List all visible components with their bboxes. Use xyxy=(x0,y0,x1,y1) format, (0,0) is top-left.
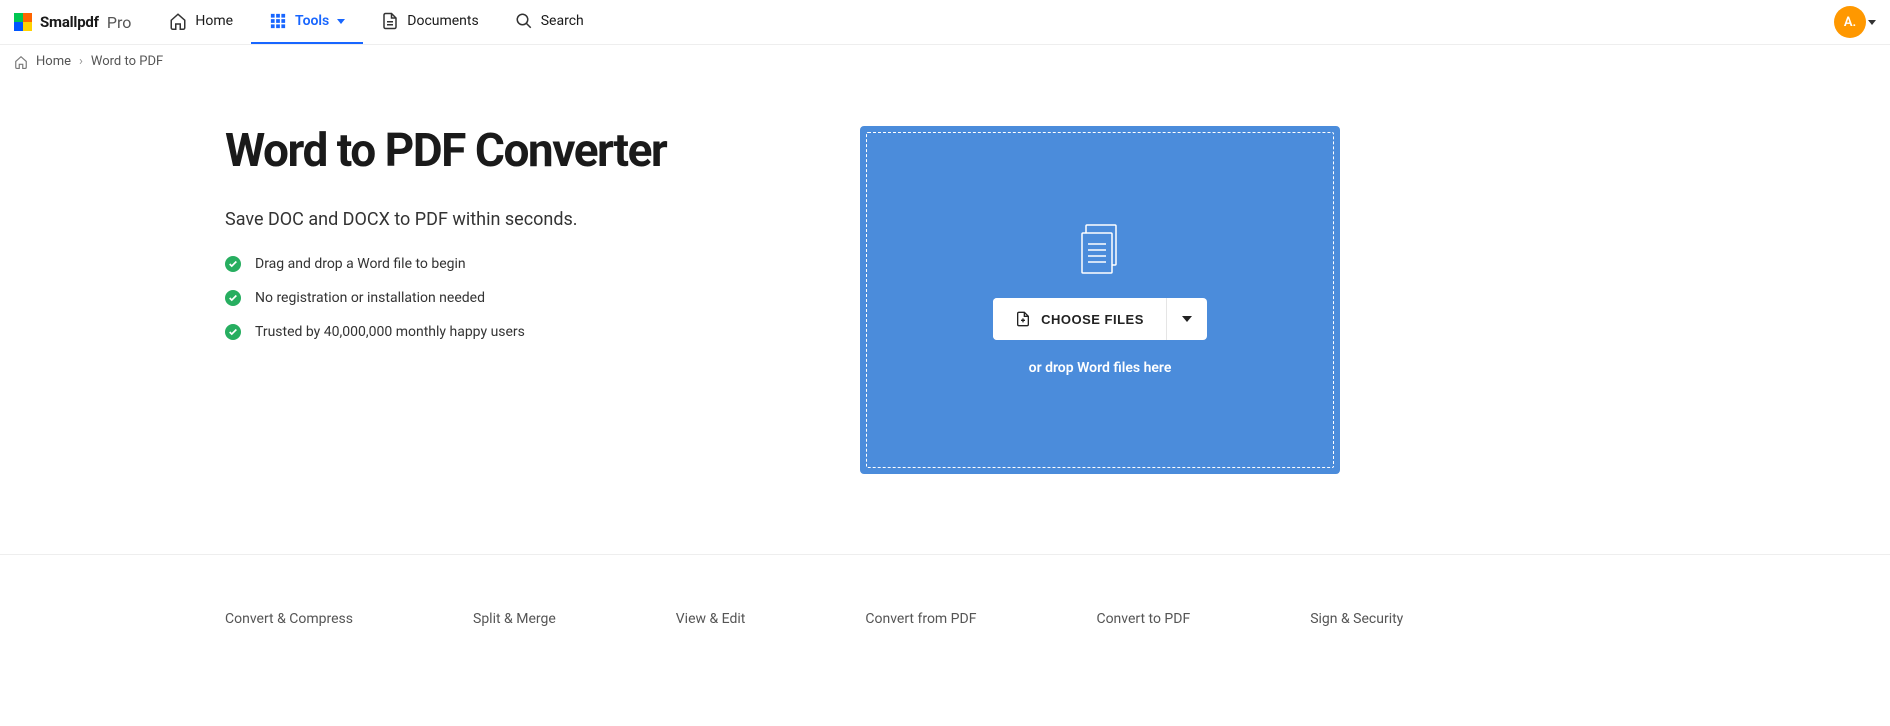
app-header: Smallpdf Pro Home Tools Documents xyxy=(0,0,1890,45)
logo-icon xyxy=(14,13,32,31)
brand-name: Smallpdf xyxy=(40,13,99,31)
check-icon xyxy=(225,256,241,272)
check-icon xyxy=(225,324,241,340)
category-title: Sign & Security xyxy=(1310,611,1403,627)
home-icon xyxy=(14,55,28,69)
dropzone[interactable]: CHOOSE FILES or drop Word files here xyxy=(866,132,1334,468)
grid-icon xyxy=(269,12,287,30)
category-title: Convert to PDF xyxy=(1096,611,1190,627)
upload-area: CHOOSE FILES or drop Word files here xyxy=(860,126,1340,474)
brand-tier: Pro xyxy=(107,13,131,32)
search-icon xyxy=(515,12,533,30)
page-subtitle: Save DOC and DOCX to PDF within seconds. xyxy=(225,209,760,230)
feature-text: No registration or installation needed xyxy=(255,290,485,306)
category-title: Split & Merge xyxy=(473,611,556,627)
chevron-down-icon xyxy=(1868,20,1876,25)
upload-button-group: CHOOSE FILES xyxy=(993,298,1207,340)
nav-home[interactable]: Home xyxy=(151,0,251,44)
breadcrumb-current: Word to PDF xyxy=(91,54,163,69)
main-content: Word to PDF Converter Save DOC and DOCX … xyxy=(0,78,1890,534)
choose-files-button[interactable]: CHOOSE FILES xyxy=(993,298,1166,340)
choose-files-label: CHOOSE FILES xyxy=(1041,312,1144,327)
feature-item: Drag and drop a Word file to begin xyxy=(225,256,760,272)
nav-tools[interactable]: Tools xyxy=(251,0,363,44)
document-icon xyxy=(381,12,399,30)
breadcrumb: Home › Word to PDF xyxy=(0,45,1890,78)
feature-text: Drag and drop a Word file to begin xyxy=(255,256,466,272)
avatar: A. xyxy=(1834,6,1866,38)
nav-home-label: Home xyxy=(195,13,233,29)
dropzone-container: CHOOSE FILES or drop Word files here xyxy=(860,126,1340,474)
feature-text: Trusted by 40,000,000 monthly happy user… xyxy=(255,324,525,340)
breadcrumb-home[interactable]: Home xyxy=(36,54,71,69)
main-nav: Home Tools Documents Search xyxy=(151,0,601,44)
category-title: Convert & Compress xyxy=(225,611,353,627)
nav-tools-label: Tools xyxy=(295,13,329,29)
breadcrumb-separator: › xyxy=(79,54,83,69)
chevron-down-icon xyxy=(337,19,345,24)
category-title: Convert from PDF xyxy=(865,611,976,627)
choose-files-dropdown[interactable] xyxy=(1167,298,1207,340)
chevron-down-icon xyxy=(1182,316,1192,322)
nav-documents-label: Documents xyxy=(407,13,478,29)
feature-list: Drag and drop a Word file to begin No re… xyxy=(225,256,760,340)
feature-item: No registration or installation needed xyxy=(225,290,760,306)
drop-hint: or drop Word files here xyxy=(1029,360,1172,376)
page-title: Word to PDF Converter xyxy=(225,126,760,177)
brand-logo[interactable]: Smallpdf Pro xyxy=(14,13,131,32)
check-icon xyxy=(225,290,241,306)
avatar-initial: A. xyxy=(1844,15,1856,30)
category-title: View & Edit xyxy=(676,611,746,627)
hero-text: Word to PDF Converter Save DOC and DOCX … xyxy=(225,126,760,474)
nav-search-label: Search xyxy=(541,13,584,29)
nav-documents[interactable]: Documents xyxy=(363,0,496,44)
tool-categories: Convert & Compress Split & Merge View & … xyxy=(0,555,1890,627)
user-menu[interactable]: A. xyxy=(1834,6,1876,38)
nav-search[interactable]: Search xyxy=(497,0,602,44)
file-upload-icon xyxy=(1015,310,1031,328)
file-stack-icon xyxy=(1076,224,1124,278)
feature-item: Trusted by 40,000,000 monthly happy user… xyxy=(225,324,760,340)
home-icon xyxy=(169,12,187,30)
